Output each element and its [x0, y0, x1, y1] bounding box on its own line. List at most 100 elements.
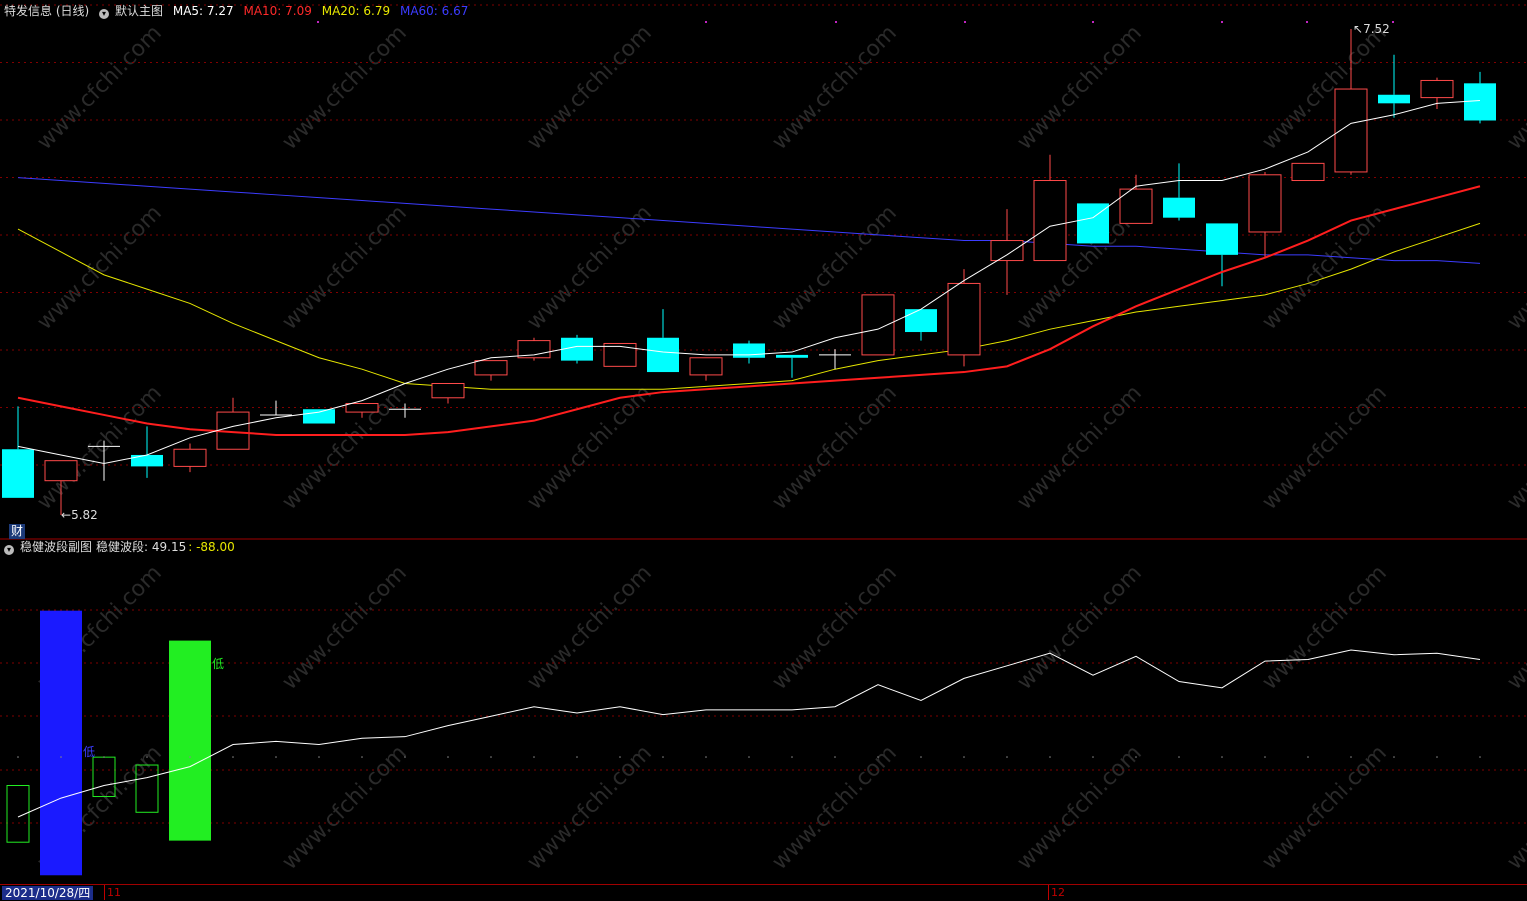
sub-zero-dot: [576, 756, 578, 758]
candle-body: [647, 337, 679, 373]
sub-low-marker: 低: [212, 657, 225, 671]
watermark-text: www.cfchi.com: [1502, 21, 1527, 155]
watermark-text: www.cfchi.com: [767, 741, 901, 875]
sub-header: ▾ 稳健波段副图 稳健波段: 49.15: -88.00: [4, 537, 241, 557]
sub-zero-dot: [17, 756, 19, 758]
signal-dot: [1092, 21, 1094, 23]
sub-mid-marker: 低: [83, 745, 96, 759]
sub-zero-dot: [963, 756, 965, 758]
watermark-layer: www.cfchi.com www.cfchi.com www.cfchi.com w…: [32, 21, 1527, 875]
sub-zero-dot: [361, 756, 363, 758]
candle-body: [1033, 180, 1067, 262]
watermark-text: www.cfchi.com: [1012, 561, 1146, 695]
sub-indicator-value: 稳健波段: 49.15: [96, 540, 187, 554]
watermark-text: www.cfchi.com: [522, 201, 656, 335]
sub-zero-dot: [1178, 756, 1180, 758]
candle-body: [173, 448, 207, 467]
candle-body: [1163, 197, 1195, 218]
watermark-text: www.cfchi.com: [277, 201, 411, 335]
month-tick-12: 12: [1048, 885, 1065, 900]
candle-body: [1464, 83, 1496, 121]
sub-zero-dot: [447, 756, 449, 758]
finance-badge[interactable]: 财: [9, 524, 26, 539]
signal-dot: [964, 21, 966, 23]
sub-zero-dot: [1049, 756, 1051, 758]
sub-zero-dot: [1264, 756, 1266, 758]
ma5-value: MA5: 7.27: [172, 4, 234, 18]
current-date-badge[interactable]: 2021/10/28/四: [2, 886, 94, 900]
ma5-path: [17, 99, 1481, 465]
candle-body: [733, 343, 765, 358]
sub-zero-dot: [232, 756, 234, 758]
sub-zero-dot: [490, 756, 492, 758]
watermark-text: www.cfchi.com: [767, 21, 901, 155]
watermark-text: www.cfchi.com: [277, 561, 411, 695]
signal-dot: [835, 21, 837, 23]
sub-zero-dot: [748, 756, 750, 758]
sub-zero-dot: [60, 756, 62, 758]
candle-body: [474, 360, 508, 376]
watermark-text: www.cfchi.com: [522, 741, 656, 875]
candle-body: [990, 240, 1024, 262]
signal-dot: [705, 21, 707, 23]
sub-zero-dot: [705, 756, 707, 758]
candle-body: [1248, 174, 1282, 233]
ma20-line: [17, 222, 1481, 390]
price-high-label: ↖7.52: [1353, 22, 1390, 36]
candle-body: [1378, 94, 1410, 104]
ma20-path: [17, 222, 1481, 390]
watermark-text: www.cfchi.com: [277, 381, 411, 515]
green-bar: [169, 640, 211, 841]
watermark-text: www.cfchi.com: [1502, 741, 1527, 875]
sub-zero-dot: [275, 756, 277, 758]
candle-body: [1206, 223, 1238, 255]
candle-body: [345, 403, 379, 413]
sub-zero-dot: [1307, 756, 1309, 758]
watermark-text: www.cfchi.com: [767, 561, 901, 695]
candle-body: [303, 409, 335, 424]
sub-indicator[interactable]: [6, 610, 1481, 876]
candle-body: [947, 282, 981, 356]
ma20-value: MA20: 6.79: [321, 4, 391, 18]
candlesticks[interactable]: [2, 29, 1496, 515]
price-low-label: ←5.82: [61, 508, 98, 522]
sub-zero-dot: [791, 756, 793, 758]
watermark-text: www.cfchi.com: [1502, 201, 1527, 335]
sub-zero-dot: [1350, 756, 1352, 758]
sub-indicator-name[interactable]: 稳健波段副图: [20, 540, 92, 554]
sub-zero-dot: [1221, 756, 1223, 758]
candle-body: [561, 337, 593, 361]
watermark-text: www.cfchi.com: [277, 21, 411, 155]
candle-body: [1291, 162, 1325, 182]
sub-zero-dot: [834, 756, 836, 758]
sub-zero-dot: [1479, 756, 1481, 758]
main-indicator-name[interactable]: 默认主图: [115, 4, 163, 18]
sub-zero-dot: [877, 756, 879, 758]
ma60-value: MA60: 6.67: [399, 4, 469, 18]
sub-settings-toggle-icon[interactable]: ▾: [4, 545, 14, 555]
sub-zero-dot: [619, 756, 621, 758]
watermark-text: www.cfchi.com: [522, 561, 656, 695]
settings-toggle-icon[interactable]: ▾: [99, 9, 110, 19]
stock-chart[interactable]: www.cfchi.com www.cfchi.com www.cfchi.com w…: [0, 0, 1527, 900]
sub-zero-dot: [1006, 756, 1008, 758]
sub-zero-dot: [920, 756, 922, 758]
watermark-text: www.cfchi.com: [32, 201, 166, 335]
watermark-text: www.cfchi.com: [767, 381, 901, 515]
watermark-text: www.cfchi.com: [277, 741, 411, 875]
signal-dot: [317, 21, 319, 23]
candle-body: [689, 357, 723, 376]
candle-body: [603, 342, 637, 367]
date-axis: 2021/10/28/四 11 12: [0, 884, 1527, 901]
candle-body: [1420, 79, 1454, 99]
watermark-text: www.cfchi.com: [1502, 561, 1527, 695]
candle-body: [905, 309, 937, 333]
candle-body: [431, 382, 465, 399]
watermark-text: www.cfchi.com: [1012, 21, 1146, 155]
stock-title[interactable]: 特发信息 (日线): [4, 4, 89, 18]
ma10-value: MA10: 7.09: [243, 4, 312, 18]
annotations: [317, 21, 1394, 23]
watermark-text: www.cfchi.com: [1257, 741, 1391, 875]
candle-body: [44, 460, 78, 482]
watermark-text: www.cfchi.com: [1257, 21, 1391, 155]
